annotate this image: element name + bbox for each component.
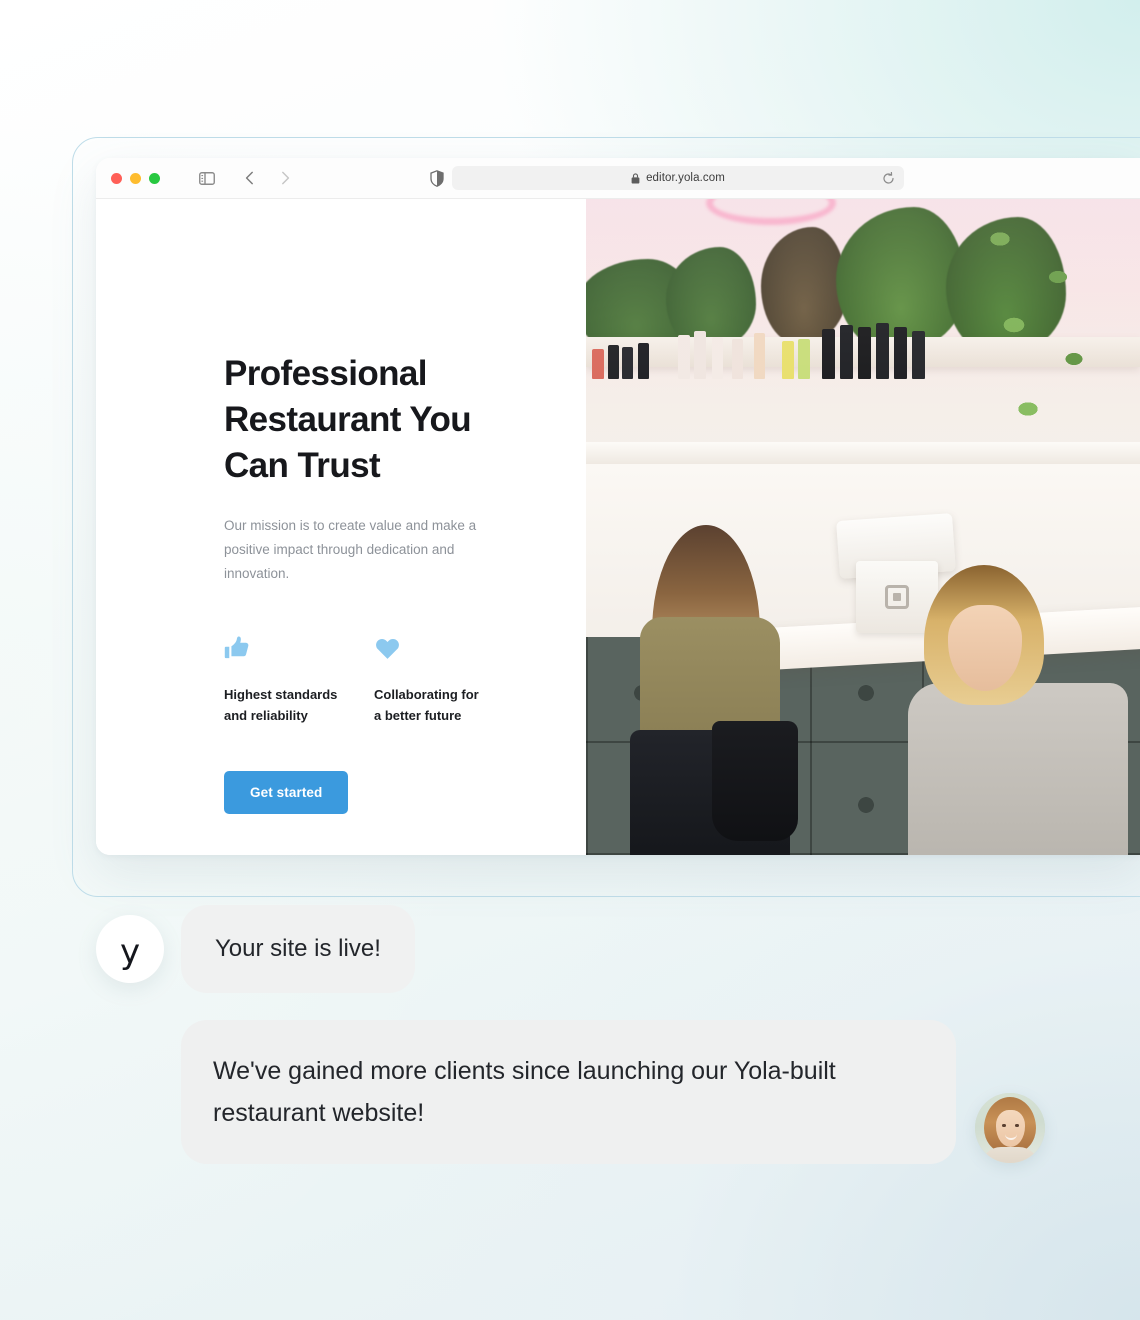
- thumbs-up-icon: [224, 632, 374, 662]
- hero-subtitle: Our mission is to create value and make …: [224, 517, 477, 581]
- heart-icon: [374, 632, 524, 662]
- feature-label: Collaborating for a better future: [374, 686, 479, 724]
- lock-icon: [631, 172, 640, 184]
- address-bar[interactable]: editor.yola.com: [452, 166, 904, 190]
- chat-message-yola: y Your site is live!: [96, 905, 415, 993]
- address-bar-url: editor.yola.com: [646, 172, 725, 184]
- maximize-window-button[interactable]: [149, 172, 160, 184]
- customer-figure: [616, 525, 816, 855]
- get-started-button[interactable]: Get started: [224, 771, 349, 815]
- reload-icon[interactable]: [880, 170, 896, 186]
- chat-bubble-testimonial: We've gained more clients since launchin…: [181, 1020, 956, 1164]
- forward-chevron-icon[interactable]: [272, 165, 298, 191]
- sidebar-toggle-icon[interactable]: [194, 165, 220, 191]
- browser-window: editor.yola.com Professional Restaurant …: [96, 158, 1140, 855]
- feature-item: Highest standards and reliability: [224, 632, 374, 728]
- navigation-controls: [194, 165, 298, 191]
- window-controls[interactable]: [111, 172, 160, 184]
- close-window-button[interactable]: [111, 172, 122, 184]
- site-preview: Professional Restaurant You Can Trust Ou…: [96, 199, 1140, 855]
- hero-text-panel: Professional Restaurant You Can Trust Ou…: [96, 199, 586, 855]
- page-title: Professional Restaurant You Can Trust: [224, 354, 472, 486]
- shield-privacy-icon[interactable]: [426, 167, 448, 189]
- yola-brand-initial: y: [119, 932, 141, 972]
- feature-label: Highest standards and reliability: [224, 686, 338, 724]
- yola-logo-avatar: y: [96, 915, 164, 983]
- salon-counter-photo: [586, 199, 1140, 855]
- minimize-window-button[interactable]: [130, 172, 141, 184]
- hero-image: [586, 199, 1140, 855]
- feature-list: Highest standards and reliability Collab…: [224, 632, 524, 728]
- avatar: [975, 1093, 1045, 1163]
- staff-figure: [902, 565, 1132, 855]
- browser-toolbar: editor.yola.com: [96, 158, 1140, 199]
- feature-item: Collaborating for a better future: [374, 632, 524, 728]
- page-root: editor.yola.com Professional Restaurant …: [0, 0, 1140, 1320]
- back-chevron-icon[interactable]: [236, 165, 262, 191]
- chat-bubble-site-live: Your site is live!: [181, 905, 415, 993]
